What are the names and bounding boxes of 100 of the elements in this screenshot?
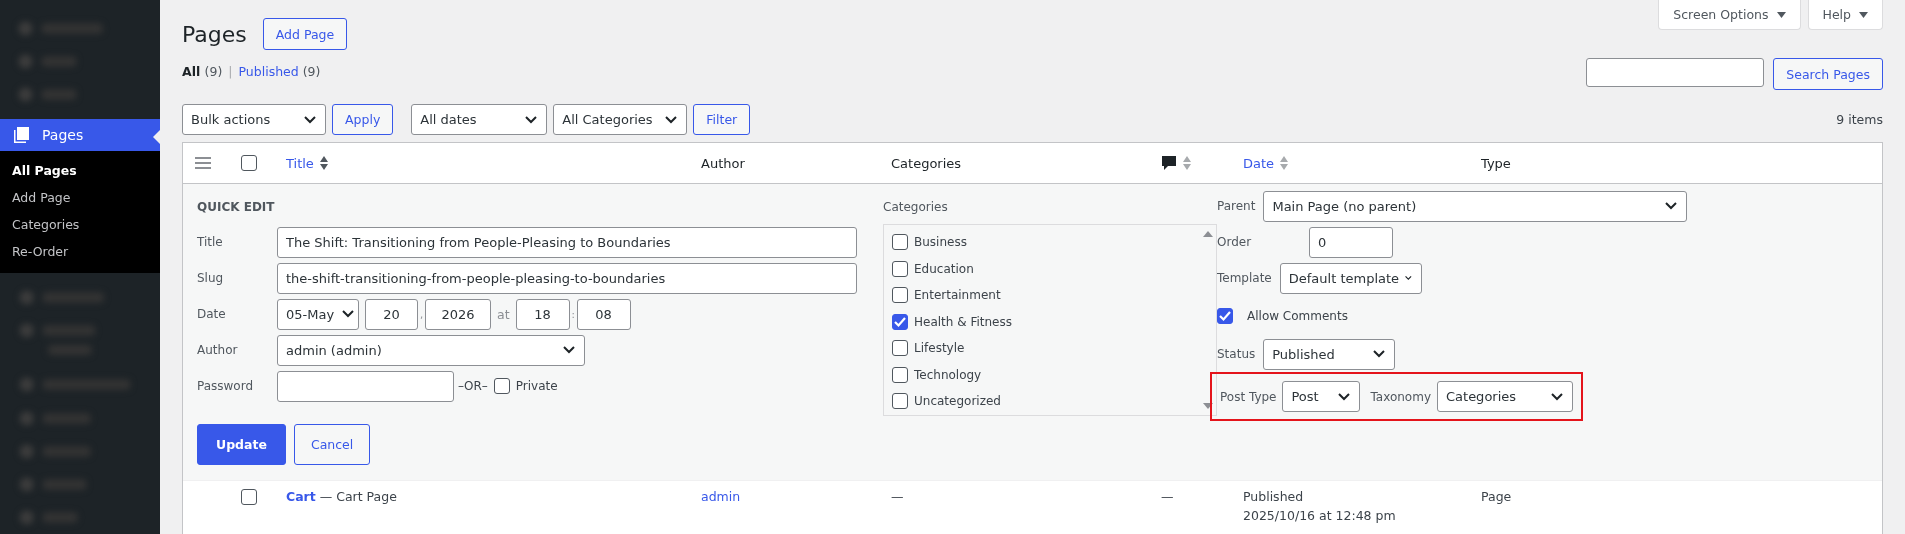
checkbox[interactable] xyxy=(892,393,908,410)
checkbox[interactable] xyxy=(241,155,257,171)
categories-dropdown[interactable]: All Categories xyxy=(553,104,688,135)
chevron-icon xyxy=(563,346,575,354)
bulk-actions-dropdown[interactable]: Bulk actions xyxy=(182,104,326,135)
submenu-item[interactable]: All Pages xyxy=(0,157,160,185)
checkbox-label: Technology xyxy=(914,367,982,382)
cancel-button[interactable]: Cancel xyxy=(293,424,371,465)
author-link[interactable]: admin xyxy=(701,489,741,504)
status-dropdown[interactable]: Published xyxy=(1263,338,1396,370)
page-title: Pages xyxy=(182,21,247,47)
field-label: Order xyxy=(1217,235,1253,249)
page-title-cell: Cart — Cart Page xyxy=(286,489,397,504)
view-link[interactable]: All (9) xyxy=(182,64,223,79)
view-link[interactable]: Published (9) xyxy=(238,64,321,79)
checkbox[interactable] xyxy=(892,287,908,304)
checkbox[interactable] xyxy=(892,340,908,357)
author-dropdown[interactable]: admin (admin) xyxy=(277,334,585,366)
at-label: at xyxy=(496,306,511,322)
parent-dropdown[interactable]: Main Page (no parent) xyxy=(1263,190,1688,222)
categories-label: Categories xyxy=(883,199,949,214)
search-button[interactable]: Search Pages xyxy=(1773,58,1883,90)
submenu-item[interactable]: Add Page xyxy=(0,184,160,212)
month-dropdown[interactable]: 05-May xyxy=(277,298,359,330)
checkbox[interactable] xyxy=(892,366,908,383)
page-link[interactable]: Cart xyxy=(286,489,316,504)
chevron-icon xyxy=(1373,350,1386,358)
field-label: Title xyxy=(197,235,224,249)
checkbox[interactable] xyxy=(241,489,257,505)
field-label: Parent xyxy=(1217,199,1256,213)
checkbox-label: Entertainment xyxy=(914,288,1001,303)
help-button[interactable]: Help xyxy=(1807,0,1883,30)
status-text: Published xyxy=(1243,489,1305,504)
caret-icon xyxy=(1776,11,1786,18)
checkbox-label: Education xyxy=(914,261,974,276)
checkbox-label: Health & Fitness xyxy=(914,314,1012,329)
slug-field[interactable]: the-shift-transitioning-from-people-pleasing-to-boundaries xyxy=(277,262,857,294)
scroll-down-icon[interactable] xyxy=(1203,403,1213,409)
drag-handle-icon[interactable] xyxy=(195,157,211,169)
chevron-icon xyxy=(342,310,354,318)
field-label: Password xyxy=(197,379,255,393)
submenu-item[interactable]: Re-Order xyxy=(0,238,160,266)
field-label: Author xyxy=(197,343,239,357)
field-label: Template xyxy=(1217,271,1272,285)
column-header[interactable]: Title xyxy=(286,155,314,171)
column-header: Categories xyxy=(891,155,962,171)
year-field[interactable]: 2026 xyxy=(425,298,491,330)
comment-icon[interactable] xyxy=(1161,155,1177,171)
quick-edit-heading: QUICK EDIT xyxy=(197,199,276,214)
checkbox-label: Business xyxy=(914,235,967,250)
title-field[interactable]: The Shift: Transitioning from People-Pleasing to Boundaries xyxy=(277,226,857,258)
date-text: 2025/10/16 at 12:48 pm xyxy=(1243,508,1397,523)
checkbox-label: Allow Comments xyxy=(1247,309,1348,323)
taxonomy-dropdown[interactable]: Categories xyxy=(1437,381,1573,412)
table-cell: Page xyxy=(1481,489,1512,504)
post-type-dropdown[interactable]: Post xyxy=(1282,381,1361,412)
time-separator: : xyxy=(570,308,576,320)
checkbox[interactable] xyxy=(892,313,908,330)
separator: | xyxy=(228,64,233,79)
apply-button[interactable]: Apply xyxy=(332,104,394,135)
scroll-up-icon[interactable] xyxy=(1203,231,1213,237)
sidebar-item[interactable]: Pages xyxy=(0,119,160,152)
screen-options-button[interactable]: Screen Options xyxy=(1658,0,1801,30)
chevron-icon xyxy=(1551,392,1563,401)
field-label: Date xyxy=(197,307,227,321)
table-cell: — xyxy=(1161,489,1174,504)
pages-icon xyxy=(12,126,30,145)
chevron-icon xyxy=(1338,392,1351,401)
checkbox[interactable] xyxy=(493,378,510,394)
chevron-icon xyxy=(1665,202,1678,210)
field-label: Slug xyxy=(197,271,225,285)
day-field[interactable]: 20 xyxy=(365,298,418,330)
or-label: –OR– xyxy=(458,379,488,393)
submenu-item[interactable]: Categories xyxy=(0,211,160,239)
update-button[interactable]: Update xyxy=(197,424,286,465)
chevron-icon xyxy=(665,115,678,124)
checkbox-label: Private xyxy=(515,379,558,393)
checkbox[interactable] xyxy=(892,234,908,251)
column-header[interactable]: Date xyxy=(1243,155,1275,171)
chevron-icon xyxy=(1405,274,1412,282)
add-page-button[interactable]: Add Page xyxy=(262,18,348,50)
order-field[interactable]: 0 xyxy=(1309,226,1393,258)
table-cell: — xyxy=(891,489,904,504)
checkbox[interactable] xyxy=(1217,308,1233,324)
dates-dropdown[interactable]: All dates xyxy=(411,104,548,135)
field-label: Taxonomy xyxy=(1370,389,1431,404)
field-label: Post Type xyxy=(1220,389,1277,404)
search-field[interactable] xyxy=(1586,58,1765,87)
column-header: Type xyxy=(1481,155,1511,171)
sort-icon[interactable] xyxy=(319,156,328,170)
minute-field[interactable]: 08 xyxy=(576,298,631,330)
checkbox-label: Uncategorized xyxy=(914,394,1001,409)
filter-button[interactable]: Filter xyxy=(693,104,751,135)
checkbox[interactable] xyxy=(892,260,908,277)
items-count: 9 items xyxy=(1836,112,1883,127)
chevron-icon xyxy=(525,115,538,124)
checkbox-label: Lifestyle xyxy=(914,341,965,356)
hour-field[interactable]: 18 xyxy=(515,298,570,330)
template-dropdown[interactable]: Default template xyxy=(1279,262,1422,294)
password-field[interactable] xyxy=(277,370,454,402)
